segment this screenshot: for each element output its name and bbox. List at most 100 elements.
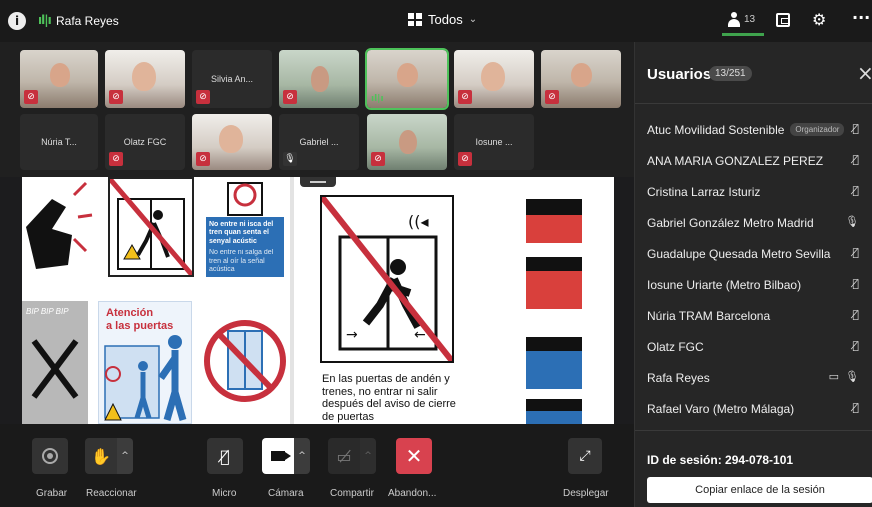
mic-off-icon: 🎙̸	[852, 277, 859, 290]
gear-icon[interactable]: ⚙	[812, 10, 826, 29]
svg-text:((◂: ((◂	[408, 212, 429, 231]
more-icon[interactable]: ···	[852, 8, 870, 27]
share-drag-handle[interactable]	[300, 177, 336, 187]
user-row[interactable]: Guadalupe Quesada Metro Sevilla 🎙̸	[635, 238, 872, 269]
participant-tile[interactable]: Iosune ... ⊘	[454, 114, 534, 170]
user-row[interactable]: ANA MARIA GONZALEZ PEREZ 🎙̸	[635, 145, 872, 176]
no-run-doors-pictogram: ((◂ → ←	[319, 195, 455, 363]
leave-button[interactable]: ✕	[396, 438, 432, 474]
view-selector[interactable]: Todos ⌄	[408, 12, 477, 27]
react-label: Reaccionar	[86, 488, 137, 499]
camera-label: Cámara	[268, 488, 304, 499]
user-status-icons: 🎙̸	[852, 401, 859, 414]
chevron-up-icon: ^	[298, 451, 306, 461]
speaking-icon: ıl|ı	[371, 94, 384, 104]
user-name: Atuc Movilidad Sostenible	[647, 122, 785, 137]
stripe	[526, 271, 582, 309]
meeting-toolbar: Grabar ✋ ^ Reaccionar 🎙̸ Micro ^ Cámara …	[0, 424, 634, 507]
user-status-icons: 🎙̸	[852, 153, 859, 166]
mic-off-icon: ⊘	[371, 152, 385, 166]
participant-tile[interactable]: ⊘	[279, 50, 359, 108]
user-row[interactable]: Rafael Varo (Metro Málaga) 🎙̸	[635, 393, 872, 424]
participant-tile[interactable]: ⊘	[454, 50, 534, 108]
user-name: Gabriel González Metro Madrid	[647, 215, 814, 230]
copy-session-link-button[interactable]: Copiar enlace de la sesión	[647, 477, 872, 503]
user-row[interactable]: Olatz FGC 🎙̸	[635, 331, 872, 362]
mic-off-icon: 🎙̸	[220, 446, 230, 466]
react-options-button[interactable]: ^	[117, 438, 133, 474]
chevron-down-icon: ⌄	[468, 14, 478, 25]
mic-off-icon: ⊘	[458, 152, 472, 166]
active-speaker-icon: ıl|ı	[38, 13, 52, 27]
react-button[interactable]: ✋	[85, 438, 117, 474]
share-screen-button[interactable]: ▭̸	[328, 438, 360, 474]
participant-tile[interactable]: ⊘	[367, 114, 447, 170]
stripe	[526, 215, 582, 243]
users-panel-header: Usuarios 13/251 ×	[635, 42, 872, 104]
camera-options-button[interactable]: ^	[294, 438, 310, 474]
participant-tile[interactable]: ⊘	[105, 50, 185, 108]
stripe	[526, 337, 582, 351]
user-status-icons: 🎙̸	[852, 122, 859, 135]
camera-icon	[271, 451, 291, 461]
user-status-icons: 🎙̸	[852, 339, 859, 352]
expand-button[interactable]: ⤢	[568, 438, 602, 474]
participant-name: Iosune ...	[475, 137, 513, 147]
user-row[interactable]: Núria TRAM Barcelona 🎙̸	[635, 300, 872, 331]
participant-video-strip: ⊘ ⊘ Silvia An... ⊘ ⊘ ıl|ı ⊘ ⊘ Núria T...…	[0, 42, 634, 177]
close-icon: ✕	[405, 444, 423, 468]
screen-share-icon: ▭	[828, 370, 840, 383]
users-panel-title: Usuarios	[647, 66, 712, 83]
organizer-badge: Organizador	[790, 123, 845, 136]
user-row[interactable]: Atuc Movilidad Sostenible Organizador 🎙̸	[635, 114, 872, 145]
mic-off-icon: ⊘	[24, 90, 38, 104]
mic-off-icon: 🎙̸	[852, 246, 859, 259]
participant-tile-speaking[interactable]: ıl|ı	[365, 48, 449, 110]
user-name: Rafael Varo (Metro Málaga)	[647, 401, 795, 416]
participant-tile[interactable]: ⊘	[541, 50, 621, 108]
mic-on-icon: 🎙	[283, 152, 297, 166]
mic-label: Micro	[212, 488, 237, 499]
info-icon[interactable]: i	[8, 12, 26, 30]
camera-button[interactable]	[262, 438, 294, 474]
mic-off-icon: ⊘	[283, 90, 297, 104]
share-options-button[interactable]: ^	[360, 438, 376, 474]
user-name: Cristina Larraz Isturiz	[647, 184, 761, 199]
user-row[interactable]: Rafa Reyes ▭ 🎙	[635, 362, 872, 393]
expand-label: Desplegar	[563, 488, 609, 499]
mic-on-icon: 🎙	[845, 215, 859, 228]
participant-tile[interactable]: ⊘	[192, 114, 272, 170]
participant-tile[interactable]: Núria T...	[20, 114, 98, 170]
mic-button[interactable]: 🎙̸	[207, 438, 243, 474]
close-icon[interactable]: ×	[857, 61, 872, 85]
user-row[interactable]: Gabriel González Metro Madrid 🎙	[635, 207, 872, 238]
stripe	[526, 411, 582, 424]
user-name: Iosune Uriarte (Metro Bilbao)	[647, 277, 802, 292]
mic-off-icon: ⊘	[196, 90, 210, 104]
mic-off-icon: 🎙̸	[852, 308, 859, 321]
user-name: Olatz FGC	[647, 339, 704, 354]
participant-tile[interactable]: Gabriel ... 🎙	[279, 114, 359, 170]
mic-off-icon: ⊘	[545, 90, 559, 104]
mic-off-icon: ⊘	[109, 90, 123, 104]
record-button[interactable]	[32, 438, 68, 474]
record-icon	[42, 448, 58, 464]
user-name: ANA MARIA GONZALEZ PEREZ	[647, 153, 824, 168]
participant-tile[interactable]: Olatz FGC ⊘	[105, 114, 185, 170]
leave-label: Abandon...	[388, 488, 437, 499]
shared-screen: No entre ni isca del tren quan senta el …	[22, 177, 614, 424]
mic-off-icon: ⊘	[458, 90, 472, 104]
mic-off-icon: 🎙̸	[852, 401, 859, 414]
record-label: Grabar	[36, 488, 68, 499]
participant-tile[interactable]: Silvia An... ⊘	[192, 50, 272, 108]
hand-warning-pictogram	[22, 177, 94, 277]
user-row[interactable]: Iosune Uriarte (Metro Bilbao) 🎙̸	[635, 269, 872, 300]
top-bar: i ıl|ı Rafa Reyes Todos ⌄ 13 ⚙ ···	[0, 0, 872, 42]
user-row[interactable]: Cristina Larraz Isturiz 🎙̸	[635, 176, 872, 207]
chevron-up-icon: ^	[121, 451, 129, 461]
users-panel-button[interactable]: 13	[722, 6, 764, 36]
user-status-icons: 🎙̸	[852, 184, 859, 197]
participant-tile[interactable]: ⊘	[20, 50, 98, 108]
chat-icon[interactable]	[776, 13, 790, 27]
user-name: Rafa Reyes	[647, 370, 710, 385]
